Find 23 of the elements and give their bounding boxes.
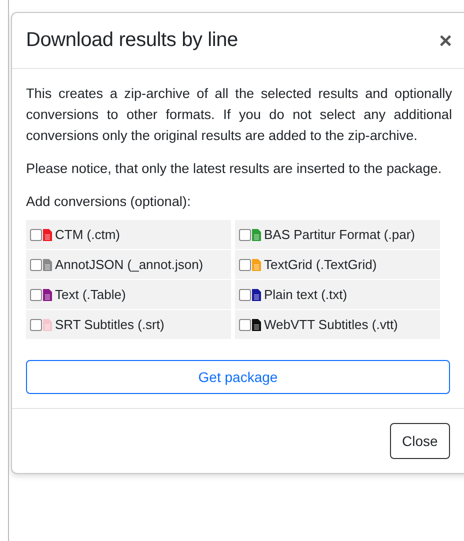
checkbox[interactable] (239, 318, 251, 330)
option-label[interactable]: WebVTT Subtitles (.vtt) (264, 317, 398, 332)
option-label[interactable]: TextGrid (.TextGrid) (264, 257, 377, 272)
checkbox[interactable] (30, 258, 42, 270)
checkbox[interactable] (239, 258, 251, 270)
option-label[interactable]: Text (.Table) (55, 287, 126, 302)
close-button[interactable]: × (437, 30, 454, 52)
checkbox[interactable] (30, 288, 42, 300)
checkbox[interactable] (239, 228, 251, 240)
checkbox[interactable] (30, 318, 42, 330)
option-label[interactable]: Plain text (.txt) (264, 287, 348, 302)
option-label[interactable]: AnnotJSON (_annot.json) (55, 257, 204, 272)
option-label[interactable]: CTM (.ctm) (55, 227, 120, 242)
section-label: Add conversions (optional): (26, 193, 192, 211)
option-label[interactable]: SRT Subtitles (.srt) (55, 317, 164, 332)
get-package-button[interactable]: Get package (26, 360, 450, 394)
description-text: This creates a zip-archive of all the selected results and optionally conversions to other formats. If you do not select any additional conversions only the original results are added to the zip-archive. (26, 85, 452, 145)
close-button[interactable]: Close (390, 423, 450, 459)
description-text: Please notice, that only the latest results are inserted to the package. (26, 160, 443, 178)
option-label[interactable]: BAS Partitur Format (.par) (264, 227, 415, 242)
checkbox[interactable] (30, 228, 42, 240)
dialog-title: Download results by line (26, 29, 238, 52)
checkbox[interactable] (239, 288, 251, 300)
